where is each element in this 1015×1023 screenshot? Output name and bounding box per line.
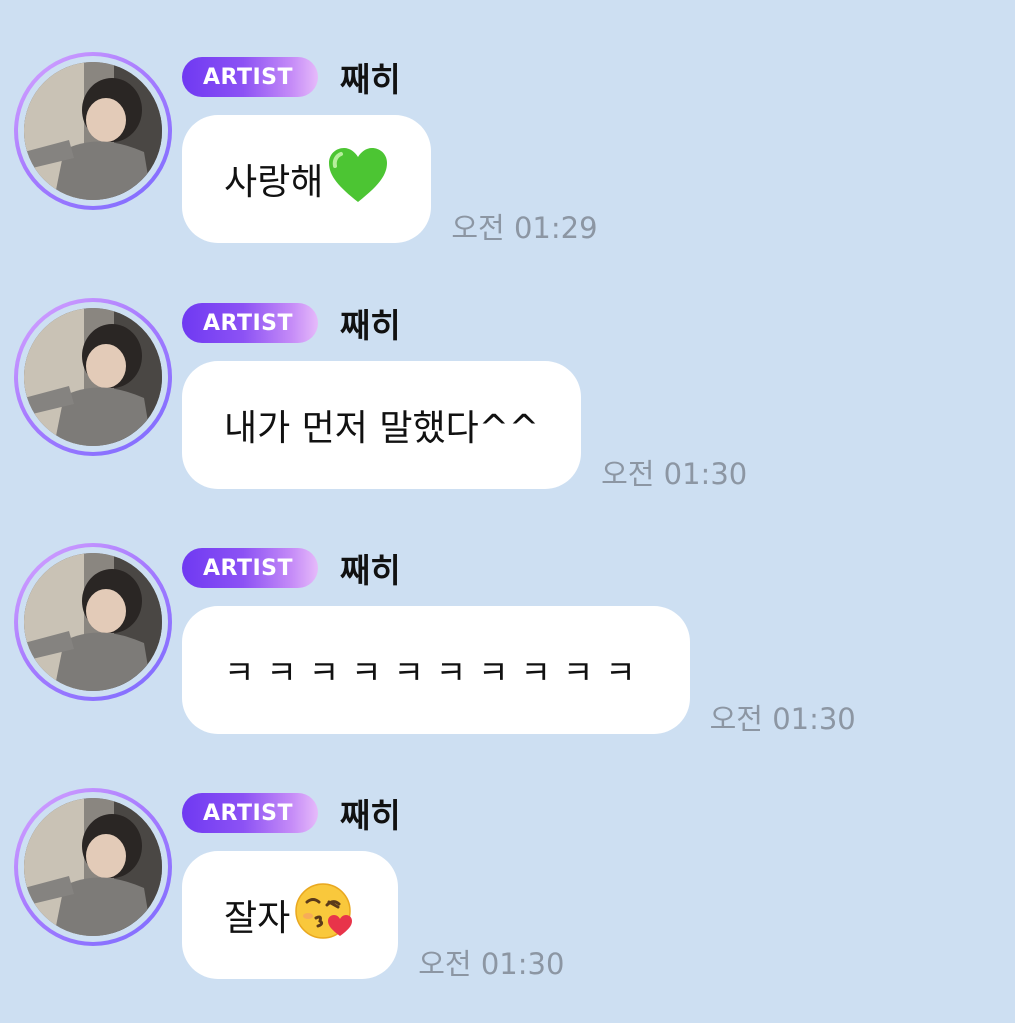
avatar-photo <box>24 308 162 446</box>
message-timestamp: 오전 01:30 <box>601 457 748 491</box>
avatar[interactable] <box>14 543 172 701</box>
message-bubble[interactable]: 내가 먼저 말했다^^ <box>182 361 582 489</box>
sender-name: 째히 <box>340 306 401 345</box>
artist-badge: ARTIST <box>182 303 318 343</box>
message-timestamp: 오전 01:30 <box>709 702 856 736</box>
message-bubble[interactable]: ㅋㅋㅋㅋㅋㅋㅋㅋㅋㅋ <box>182 606 690 734</box>
message-text: 내가 먼저 말했다^^ <box>224 408 540 449</box>
message-text: 사랑해 <box>224 162 324 203</box>
chat-message: ARTIST 째히 내가 먼저 말했다^^ 오전 01:30 <box>0 298 1015 498</box>
message-timestamp: 오전 01:29 <box>451 211 598 245</box>
message-text: 잘자 <box>224 898 291 939</box>
avatar[interactable] <box>14 298 172 456</box>
message-bubble[interactable]: 잘자 <box>182 851 399 979</box>
chat-message: ARTIST 째히 ㅋㅋㅋㅋㅋㅋㅋㅋㅋㅋ 오전 01:30 <box>0 543 1015 743</box>
sender-name: 째히 <box>340 551 401 590</box>
green-heart-icon <box>327 146 389 213</box>
artist-badge: ARTIST <box>182 548 318 588</box>
avatar-photo <box>24 62 162 200</box>
sender-name: 째히 <box>340 60 401 99</box>
avatar-photo <box>24 798 162 936</box>
chat-message-list[interactable]: ARTIST 째히 사랑해 오전 01:29 ARTIST 째히 내가 먼저 말… <box>0 0 1015 1023</box>
artist-badge: ARTIST <box>182 57 318 97</box>
artist-badge: ARTIST <box>182 793 318 833</box>
message-bubble[interactable]: 사랑해 <box>182 115 432 243</box>
avatar[interactable] <box>14 788 172 946</box>
sender-name: 째히 <box>340 796 401 835</box>
chat-message: ARTIST 째히 잘자 오전 01:30 <box>0 788 1015 988</box>
message-text: ㅋㅋㅋㅋㅋㅋㅋㅋㅋㅋ <box>224 653 648 692</box>
chat-message: ARTIST 째히 사랑해 오전 01:29 <box>0 52 1015 252</box>
message-timestamp: 오전 01:30 <box>418 947 565 981</box>
avatar-photo <box>24 553 162 691</box>
avatar[interactable] <box>14 52 172 210</box>
face-blowing-kiss-icon <box>294 880 356 951</box>
